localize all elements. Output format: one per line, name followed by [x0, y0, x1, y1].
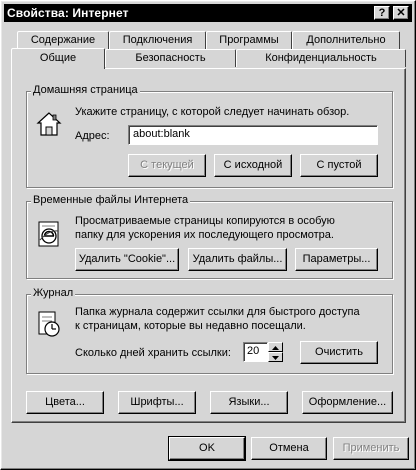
- help-button[interactable]: ?: [374, 6, 390, 20]
- tab-advanced[interactable]: Дополнительно: [292, 31, 400, 49]
- title-bar: Свойства: Интернет ? ✕: [4, 4, 412, 22]
- use-blank-button[interactable]: С пустой: [300, 154, 378, 177]
- spinner-down-button[interactable]: [268, 352, 283, 362]
- tab-content[interactable]: Содержание: [17, 31, 109, 49]
- use-current-button[interactable]: С текущей: [128, 154, 206, 177]
- history-group-label: Журнал: [31, 287, 76, 299]
- temp-files-desc-line2: папку для ускорения их последующего прос…: [75, 229, 334, 241]
- window-title: Свойства: Интернет: [7, 6, 129, 20]
- clear-history-button[interactable]: Очистить: [300, 341, 378, 364]
- house-icon: [36, 112, 62, 136]
- tab-connections[interactable]: Подключения: [109, 31, 206, 49]
- homepage-group: Домашняя страница Укажите страницу, с ко…: [26, 84, 393, 188]
- days-to-keep-label: Сколько дней хранить ссылки:: [75, 347, 231, 359]
- general-tab-panel: Домашняя страница Укажите страницу, с ко…: [11, 68, 406, 423]
- delete-files-button[interactable]: Удалить файлы...: [188, 248, 287, 271]
- close-button[interactable]: ✕: [393, 6, 409, 20]
- tab-general[interactable]: Общие: [11, 48, 105, 69]
- history-group: Журнал Папка журнала содержит ссылки для…: [26, 287, 393, 374]
- languages-button[interactable]: Языки...: [210, 391, 288, 414]
- use-default-button[interactable]: С исходной: [214, 154, 292, 177]
- apply-button[interactable]: Применить: [333, 437, 409, 460]
- temp-files-group: Временные файлы Интернета Просматриваемы…: [26, 194, 393, 279]
- ok-button[interactable]: OK: [168, 436, 246, 461]
- temp-files-desc-line1: Просматриваемые страницы копируются в ос…: [75, 215, 335, 227]
- arrow-up-icon: [272, 346, 279, 350]
- temp-files-group-label: Временные файлы Интернета: [31, 194, 191, 206]
- address-label: Адрес:: [75, 130, 110, 142]
- tab-security[interactable]: Безопасность: [105, 49, 236, 67]
- days-spinner[interactable]: [268, 342, 283, 362]
- accessibility-button[interactable]: Оформление...: [302, 391, 393, 414]
- tab-privacy[interactable]: Конфиденциальность: [236, 49, 406, 67]
- spinner-up-button[interactable]: [268, 342, 283, 352]
- cancel-button[interactable]: Отмена: [251, 437, 327, 460]
- tab-programs[interactable]: Программы: [206, 31, 292, 49]
- internet-properties-dialog: Свойства: Интернет ? ✕ Содержание Подклю…: [0, 0, 416, 470]
- settings-button[interactable]: Параметры...: [295, 248, 378, 271]
- history-desc-line1: Папка журнала содержит ссылки для быстро…: [75, 306, 360, 318]
- days-to-keep-input[interactable]: 20: [243, 342, 268, 362]
- colors-button[interactable]: Цвета...: [26, 391, 104, 414]
- history-icon: [38, 311, 60, 337]
- address-input[interactable]: about:blank: [128, 125, 378, 145]
- fonts-button[interactable]: Шрифты...: [118, 391, 196, 414]
- history-desc-line2: к страницам, которые вы недавно посещали…: [75, 320, 306, 332]
- homepage-group-label: Домашняя страница: [31, 84, 140, 96]
- arrow-down-icon: [272, 356, 279, 360]
- homepage-description: Укажите страницу, с которой следует начи…: [75, 106, 350, 118]
- delete-cookies-button[interactable]: Удалить "Cookie"...: [75, 248, 179, 271]
- ie-folder-icon: [38, 221, 59, 247]
